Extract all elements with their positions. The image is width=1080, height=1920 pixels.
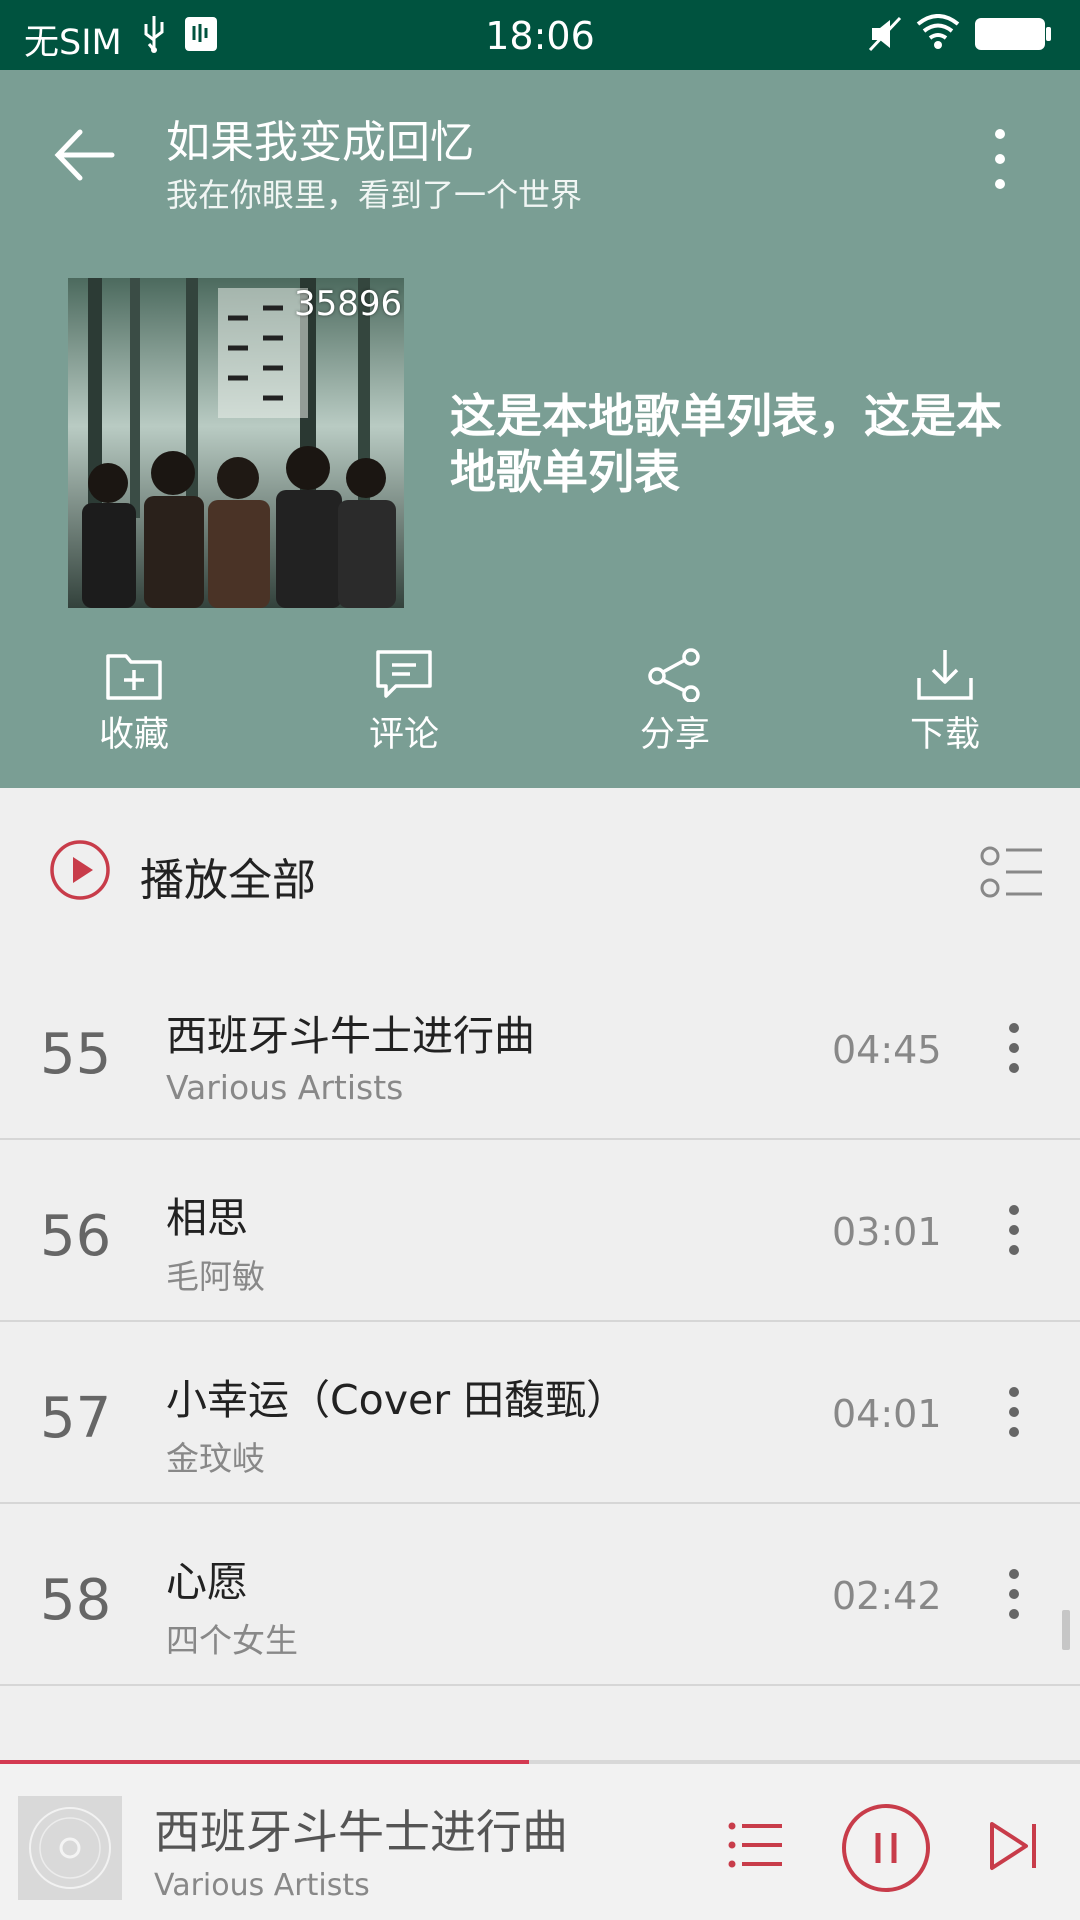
download-button[interactable]: 下载 (855, 648, 1035, 757)
now-playing-title: 西班牙斗牛士进行曲 (154, 1805, 568, 1859)
play-all-label: 播放全部 (140, 855, 316, 906)
next-track-icon[interactable] (988, 1820, 1042, 1876)
song-more-icon[interactable] (1004, 1204, 1024, 1260)
song-index: 57 (40, 1386, 112, 1451)
playlist-header: 如果我变成回忆 我在你眼里，看到了一个世界 35896 这是本地歌单列表，这是本… (0, 70, 1080, 788)
song-more-icon[interactable] (1004, 1022, 1024, 1078)
now-playing-thumbnail[interactable] (18, 1796, 122, 1900)
song-list: 55 西班牙斗牛士进行曲 Various Artists 04:45 56 相思… (0, 958, 1080, 1758)
comment-label: 评论 (368, 715, 439, 755)
play-count: 35896 (294, 284, 403, 324)
song-duration: 02:42 (832, 1574, 942, 1618)
song-artist: 毛阿敏 (166, 1257, 265, 1296)
wifi-icon (916, 14, 960, 54)
song-artist: 四个女生 (166, 1621, 298, 1660)
pause-button[interactable] (840, 1802, 932, 1898)
comment-icon (376, 650, 432, 698)
song-index: 55 (40, 1022, 112, 1087)
song-artist: Various Artists (166, 1068, 404, 1107)
song-row[interactable]: 57 小幸运（Cover 田馥甄） 金玟岐 04:01 (0, 1322, 1080, 1504)
collect-label: 收藏 (98, 715, 169, 755)
song-row[interactable]: 58 心愿 四个女生 02:42 (0, 1504, 1080, 1686)
song-duration: 04:45 (832, 1028, 942, 1072)
song-index: 58 (40, 1568, 112, 1633)
share-icon (648, 648, 700, 702)
mute-icon (868, 16, 902, 56)
play-all-row[interactable]: 播放全部 (0, 788, 1080, 958)
disc-icon (29, 1807, 111, 1889)
progress-fill (0, 1760, 530, 1764)
song-index: 56 (40, 1204, 112, 1269)
album-cover-art (68, 278, 404, 608)
share-button[interactable]: 分享 (585, 648, 765, 757)
song-more-icon[interactable] (1004, 1386, 1024, 1442)
play-circle-icon[interactable] (48, 838, 112, 906)
scrollbar-thumb[interactable] (1062, 1610, 1070, 1650)
song-title: 相思 (166, 1194, 248, 1242)
more-options-icon[interactable] (988, 126, 1012, 196)
album-cover[interactable]: 35896 (68, 278, 404, 608)
song-artist: 金玟岐 (166, 1439, 265, 1478)
page-subtitle: 我在你眼里，看到了一个世界 (166, 176, 583, 214)
song-row[interactable]: 56 相思 毛阿敏 03:01 (0, 1140, 1080, 1322)
song-duration: 03:01 (832, 1210, 942, 1254)
mini-player[interactable]: 西班牙斗牛士进行曲 Various Artists (0, 1760, 1080, 1920)
comment-button[interactable]: 评论 (314, 648, 494, 757)
collect-button[interactable]: 收藏 (44, 648, 224, 757)
song-row[interactable]: 55 西班牙斗牛士进行曲 Various Artists 04:45 (0, 958, 1080, 1140)
share-label: 分享 (639, 715, 710, 755)
page-title: 如果我变成回忆 (166, 117, 474, 168)
pause-icon (842, 1804, 930, 1892)
now-playing-artist: Various Artists (154, 1868, 370, 1903)
song-duration: 04:01 (832, 1392, 942, 1436)
song-more-icon[interactable] (1004, 1568, 1024, 1624)
download-icon (917, 650, 973, 700)
download-label: 下载 (909, 715, 980, 755)
song-title: 心愿 (166, 1558, 248, 1606)
playlist-icon[interactable] (728, 1820, 784, 1874)
playlist-name: 这是本地歌单列表，这是本地歌单列表 (450, 389, 1002, 499)
multi-select-icon[interactable] (980, 846, 1044, 904)
battery-icon (974, 17, 1052, 55)
folder-add-icon (106, 654, 162, 700)
song-title: 西班牙斗牛士进行曲 (166, 1012, 535, 1060)
back-arrow-icon[interactable] (52, 128, 116, 186)
progress-track[interactable] (0, 1760, 1080, 1764)
status-bar: 无SIM 18:06 (0, 0, 1080, 70)
song-title: 小幸运（Cover 田馥甄） (166, 1376, 628, 1424)
